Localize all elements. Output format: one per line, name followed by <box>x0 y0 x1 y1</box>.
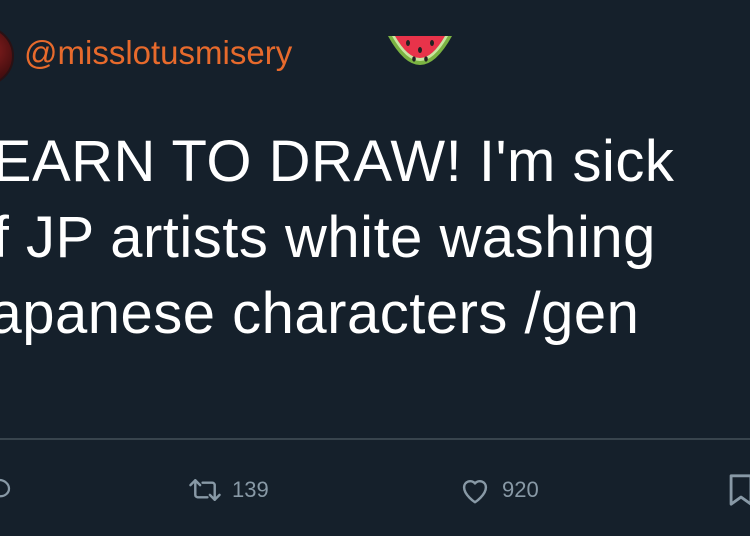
user-handle[interactable]: @misslotusmisery <box>24 28 292 78</box>
like-count: 920 <box>502 477 539 502</box>
reply-button[interactable] <box>0 470 14 510</box>
tweet-text-line: LEARN TO DRAW! I'm sick <box>0 129 675 194</box>
bookmark-icon <box>729 474 750 506</box>
like-button[interactable]: 920 <box>458 470 539 510</box>
reply-icon <box>0 478 11 498</box>
retweet-button[interactable]: 139 <box>188 470 269 510</box>
tweet-text-line: of JP artists white washing <box>0 205 656 270</box>
retweet-count: 139 <box>232 477 269 502</box>
share-button[interactable] <box>726 470 750 510</box>
retweet-icon <box>189 479 221 501</box>
divider <box>0 438 750 440</box>
heart-icon <box>462 479 488 504</box>
tweet-card: @misslotusmisery LEARN TO DRAW! I'm sick… <box>0 0 750 536</box>
avatar[interactable] <box>0 26 14 86</box>
tweet-text: LEARN TO DRAW! I'm sick of JP artists whi… <box>0 124 750 352</box>
tweet-text-line: Japanese characters /gen <box>0 281 640 346</box>
watermelon-icon <box>388 36 452 65</box>
